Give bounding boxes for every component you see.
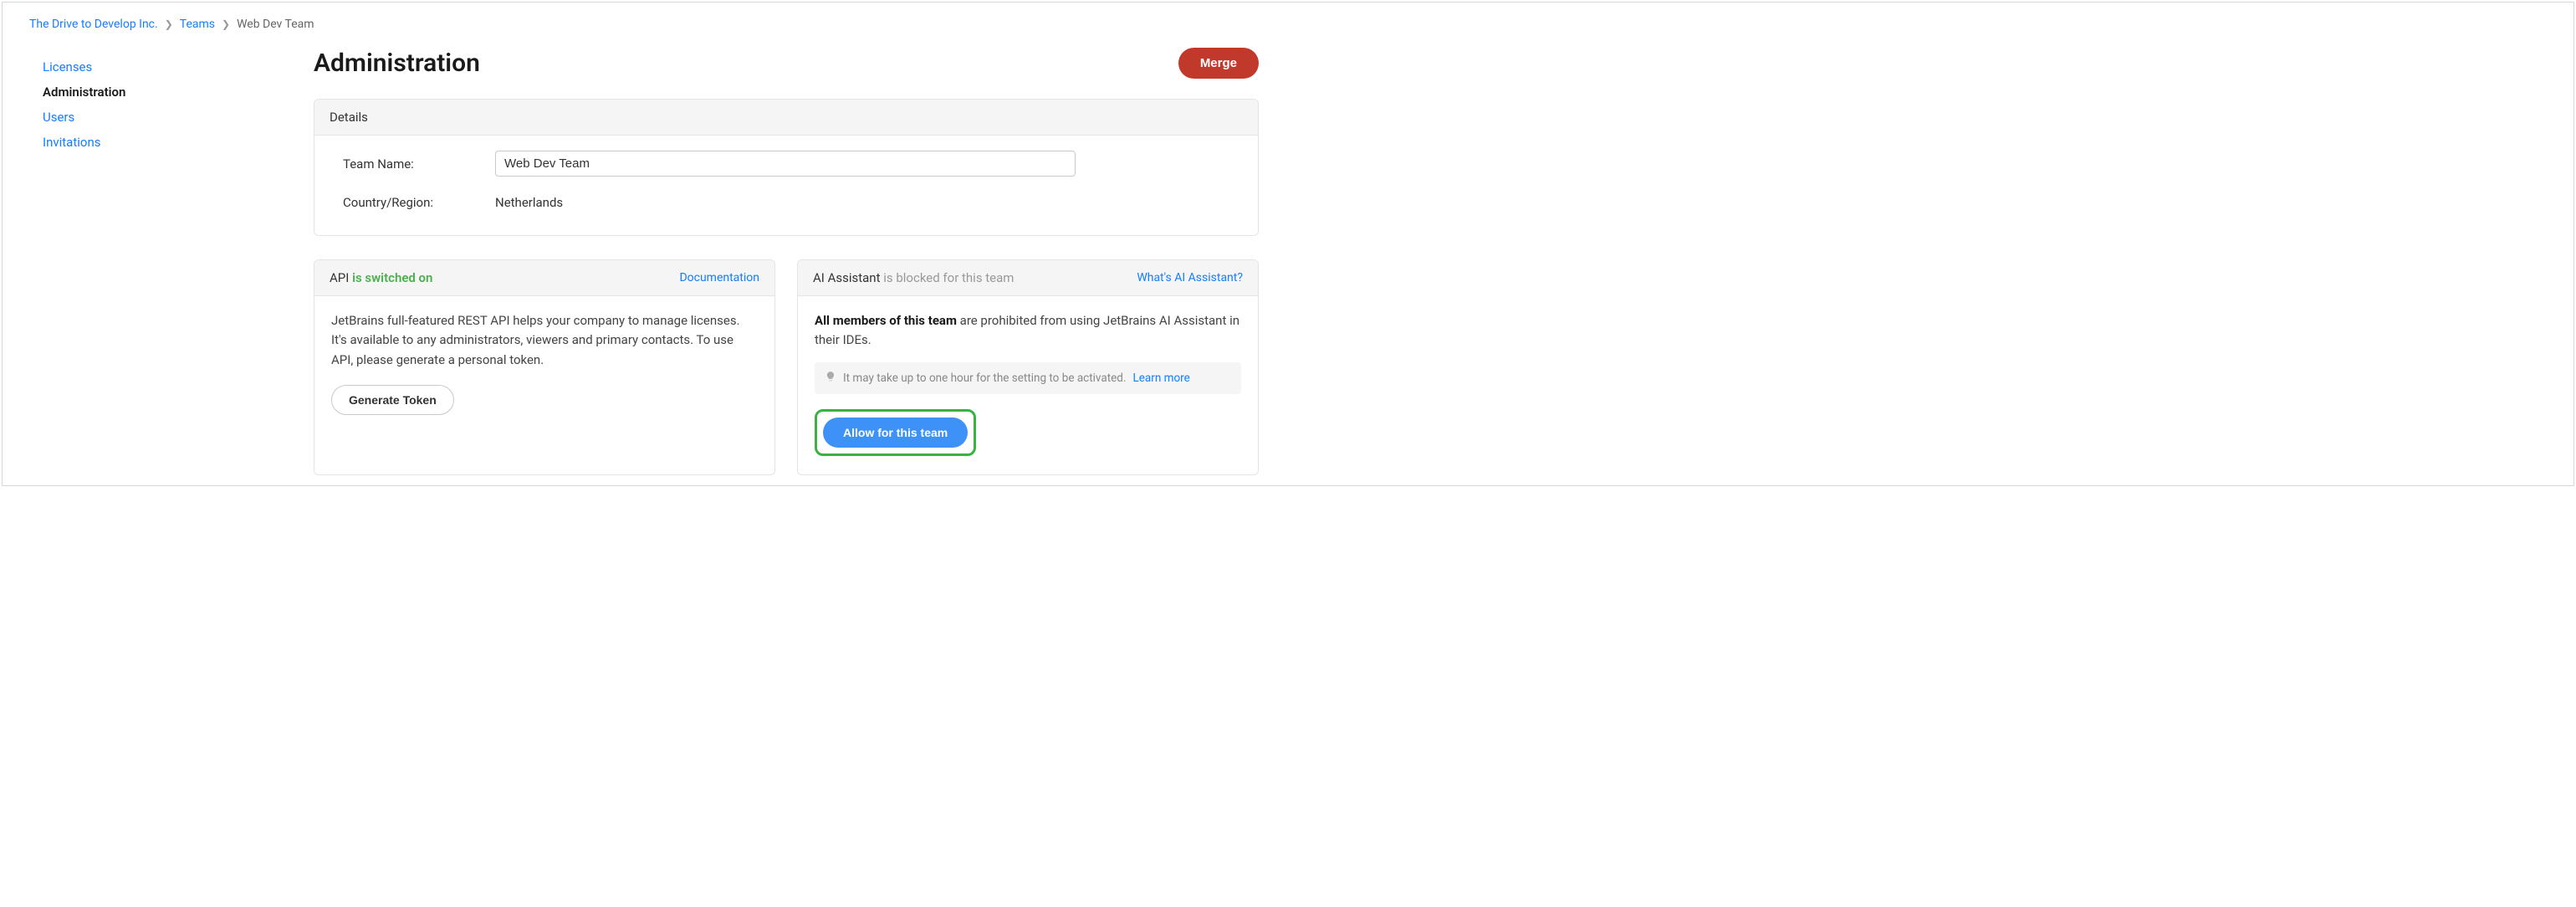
ai-header: AI Assistant is blocked for this team (813, 270, 1014, 285)
country-value: Netherlands (495, 195, 563, 210)
ai-assistant-card: AI Assistant is blocked for this team Wh… (797, 259, 1259, 475)
ai-info-text: It may take up to one hour for the setti… (843, 372, 1126, 385)
breadcrumb-teams[interactable]: Teams (180, 18, 215, 31)
team-name-label: Team Name: (343, 156, 495, 172)
sidebar-item-users[interactable]: Users (29, 105, 280, 130)
details-header: Details (314, 100, 1258, 136)
allow-highlight: Allow for this team (815, 409, 976, 456)
api-status: is switched on (352, 270, 432, 285)
lightbulb-icon (825, 371, 836, 386)
ai-description: All members of this team are prohibited … (815, 311, 1241, 351)
ai-info-bar: It may take up to one hour for the setti… (815, 362, 1241, 394)
details-header-label: Details (330, 110, 368, 125)
chevron-right-icon: ❯ (222, 18, 230, 30)
sidebar-item-administration[interactable]: Administration (29, 79, 280, 105)
learn-more-link[interactable]: Learn more (1132, 372, 1189, 385)
documentation-link[interactable]: Documentation (679, 271, 759, 284)
api-label: API (330, 270, 349, 285)
generate-token-button[interactable]: Generate Token (331, 385, 454, 415)
breadcrumb-org[interactable]: The Drive to Develop Inc. (29, 18, 158, 31)
chevron-right-icon: ❯ (165, 18, 173, 30)
sidebar-item-licenses[interactable]: Licenses (29, 54, 280, 79)
breadcrumb-current: Web Dev Team (237, 18, 314, 31)
sidebar: Licenses Administration Users Invitation… (29, 48, 280, 475)
whats-ai-assistant-link[interactable]: What's AI Assistant? (1137, 271, 1243, 284)
country-label: Country/Region: (343, 195, 495, 210)
merge-button[interactable]: Merge (1178, 48, 1259, 79)
sidebar-item-invitations[interactable]: Invitations (29, 130, 280, 155)
allow-for-this-team-button[interactable]: Allow for this team (823, 418, 968, 448)
ai-label: AI Assistant (813, 270, 881, 285)
api-description: JetBrains full-featured REST API helps y… (331, 311, 758, 370)
details-card: Details Team Name: Country/Region: Nethe… (314, 99, 1259, 236)
team-name-input[interactable] (495, 151, 1076, 177)
api-header: API is switched on (330, 270, 432, 285)
breadcrumb: The Drive to Develop Inc. ❯ Teams ❯ Web … (3, 3, 2573, 39)
ai-status: is blocked for this team (883, 270, 1014, 285)
ai-desc-bold: All members of this team (815, 313, 957, 328)
api-card: API is switched on Documentation JetBrai… (314, 259, 775, 475)
page-title: Administration (314, 49, 480, 78)
